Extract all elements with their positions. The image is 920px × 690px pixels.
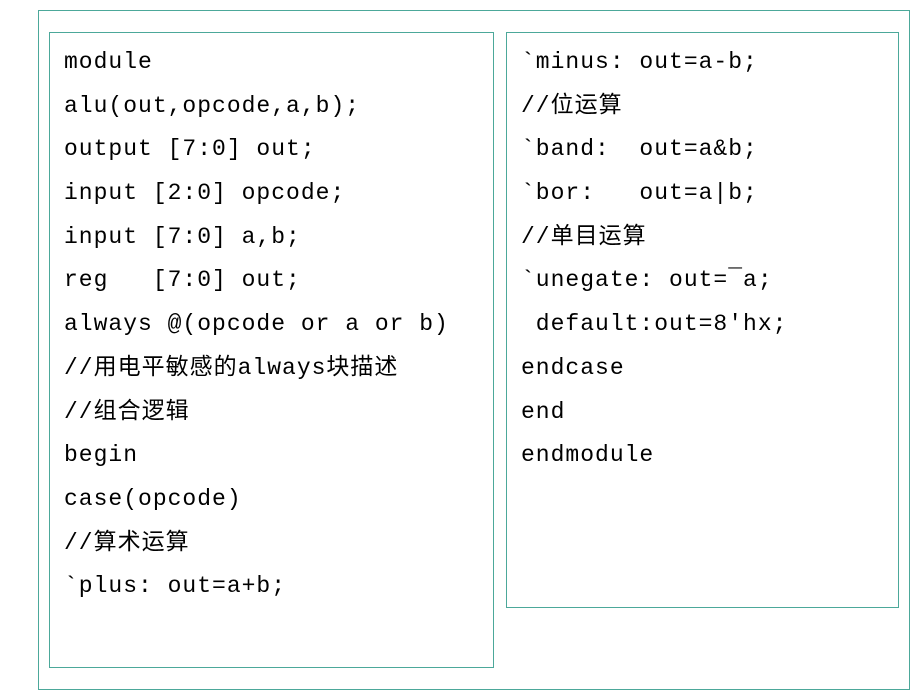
- code-line: `minus: out=a-b;: [521, 41, 884, 85]
- code-line: `band: out=a&b;: [521, 128, 884, 172]
- code-line: endcase: [521, 347, 884, 391]
- code-line: begin: [64, 434, 479, 478]
- code-line: //组合逻辑: [64, 391, 479, 435]
- code-line: endmodule: [521, 434, 884, 478]
- code-line: input [7:0] a,b;: [64, 216, 479, 260]
- code-line: //算术运算: [64, 522, 479, 566]
- code-line: `bor: out=a|b;: [521, 172, 884, 216]
- code-line: //单目运算: [521, 216, 884, 260]
- code-line: `plus: out=a+b;: [64, 565, 479, 609]
- code-line: reg [7:0] out;: [64, 259, 479, 303]
- code-box-right: `minus: out=a-b; //位运算 `band: out=a&b; `…: [506, 32, 899, 608]
- code-line: alu(out,opcode,a,b);: [64, 85, 479, 129]
- code-line: end: [521, 391, 884, 435]
- code-box-left: module alu(out,opcode,a,b); output [7:0]…: [49, 32, 494, 668]
- code-line: output [7:0] out;: [64, 128, 479, 172]
- code-line: //位运算: [521, 85, 884, 129]
- code-line: case(opcode): [64, 478, 479, 522]
- code-line: module: [64, 41, 479, 85]
- code-line: `unegate: out=¯a;: [521, 259, 884, 303]
- code-line: always @(opcode or a or b): [64, 303, 479, 347]
- code-line: //用电平敏感的always块描述: [64, 347, 479, 391]
- code-line: default:out=8'hx;: [521, 303, 884, 347]
- code-line: input [2:0] opcode;: [64, 172, 479, 216]
- slide-container: module alu(out,opcode,a,b); output [7:0]…: [38, 10, 910, 690]
